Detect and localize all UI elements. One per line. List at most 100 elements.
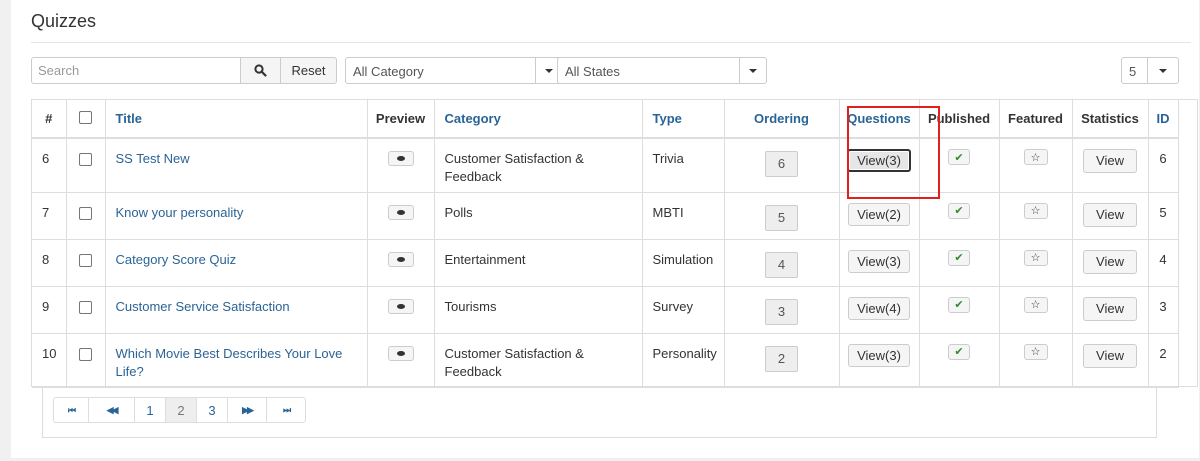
row-checkbox[interactable] (79, 206, 92, 220)
category-select[interactable]: All Category (345, 57, 563, 84)
ordering-input[interactable]: 4 (765, 251, 798, 278)
reset-button[interactable]: Reset (280, 57, 337, 84)
eye-icon (396, 350, 405, 356)
row-category: Customer Satisfaction & Feedback (444, 151, 584, 184)
quizzes-table-container: # Title Preview Category Type Ordering Q… (31, 99, 1198, 388)
statistics-view-button[interactable]: View (1083, 343, 1137, 368)
next-page-icon: ▶▶ (242, 404, 254, 415)
questions-view-button[interactable]: View(3) (848, 249, 910, 273)
quiz-title-link[interactable]: Category Score Quiz (116, 252, 237, 267)
quiz-title-link[interactable]: Which Movie Best Describes Your Love Lif… (116, 346, 343, 379)
check-icon: ✔ (954, 346, 964, 358)
questions-view-button[interactable]: View(2) (848, 202, 910, 226)
next-page-button[interactable]: ▶▶ (227, 397, 267, 423)
table-row: 10 Which Movie Best Describes Your Love … (32, 333, 1179, 388)
featured-toggle[interactable]: ☆ (1023, 202, 1048, 219)
row-num: 9 (42, 298, 50, 314)
page-link-1[interactable]: 1 (134, 397, 166, 423)
ordering-input[interactable]: 6 (765, 151, 798, 177)
limit-select-value: 5 (1129, 64, 1137, 79)
header-questions[interactable]: Questions (839, 100, 920, 139)
state-select-value: All States (565, 64, 620, 79)
search-button[interactable] (240, 57, 281, 84)
eye-icon (396, 156, 405, 161)
row-checkbox[interactable] (79, 300, 92, 314)
prev-page-icon: ◀◀ (106, 404, 119, 415)
statistics-view-button[interactable]: View (1083, 149, 1137, 173)
header-ordering[interactable]: Ordering (724, 100, 840, 139)
ordering-input[interactable]: 2 (765, 345, 798, 372)
header-category[interactable]: Category (434, 100, 643, 139)
row-category: Tourisms (444, 298, 497, 314)
chevron-down-icon (749, 68, 757, 73)
last-page-button[interactable]: ⏭ (266, 397, 306, 423)
row-id: 6 (1159, 151, 1167, 166)
statistics-view-button[interactable]: View (1083, 249, 1137, 274)
statistics-view-button[interactable]: View (1083, 296, 1137, 321)
table-row: 7 Know your personality Polls MBTI 5 Vie… (32, 192, 1179, 240)
preview-button[interactable] (387, 298, 414, 314)
header-type[interactable]: Type (642, 100, 725, 139)
statistics-view-button[interactable]: View (1083, 202, 1137, 227)
check-icon: ✔ (954, 205, 964, 217)
preview-button[interactable] (387, 345, 414, 361)
header-published: Published (919, 100, 1000, 139)
row-id: 3 (1159, 298, 1167, 314)
quiz-title-link[interactable]: SS Test New (116, 151, 190, 166)
page-link-2-current: 2 (165, 397, 197, 423)
header-statistics: Statistics (1072, 100, 1149, 139)
questions-view-button[interactable]: View(4) (848, 296, 910, 320)
featured-toggle[interactable]: ☆ (1023, 149, 1048, 165)
header-featured: Featured (999, 100, 1073, 139)
page-link-3[interactable]: 3 (196, 397, 228, 423)
preview-button[interactable] (387, 251, 414, 267)
featured-toggle[interactable]: ☆ (1023, 249, 1048, 266)
row-id: 2 (1159, 345, 1167, 361)
featured-toggle[interactable]: ☆ (1023, 343, 1048, 360)
row-num: 8 (42, 251, 50, 267)
published-toggle[interactable]: ✔ (948, 343, 970, 360)
search-field[interactable] (31, 57, 241, 84)
preview-button[interactable] (387, 151, 414, 166)
questions-view-button[interactable]: View(3) (848, 343, 910, 367)
limit-select[interactable]: 5 (1121, 57, 1179, 84)
star-outline-icon: ☆ (1030, 299, 1041, 311)
eye-icon (396, 256, 405, 262)
row-checkbox[interactable] (79, 347, 92, 361)
questions-view-button[interactable]: View(3) (847, 149, 911, 172)
published-toggle[interactable]: ✔ (948, 149, 970, 165)
eye-icon (396, 209, 405, 215)
row-id: 4 (1159, 251, 1167, 267)
header-id[interactable]: ID (1148, 100, 1179, 139)
row-num: 10 (42, 345, 57, 361)
ordering-input[interactable]: 5 (765, 204, 798, 231)
row-type: MBTI (652, 204, 684, 220)
header-title[interactable]: Title (105, 100, 368, 139)
quiz-title-link[interactable]: Know your personality (116, 205, 244, 220)
table-row: 9 Customer Service Satisfaction Tourisms… (32, 286, 1179, 334)
row-checkbox[interactable] (79, 153, 92, 166)
pagination: ⏮ ◀◀ 1 2 3 ▶▶ ⏭ (53, 397, 306, 423)
preview-button[interactable] (387, 204, 414, 220)
featured-toggle[interactable]: ☆ (1023, 296, 1048, 313)
row-type: Personality (652, 345, 717, 361)
row-category: Polls (444, 204, 473, 220)
search-input[interactable] (32, 58, 238, 83)
page-title: Quizzes (31, 11, 97, 31)
published-toggle[interactable]: ✔ (948, 249, 970, 266)
published-toggle[interactable]: ✔ (948, 202, 970, 219)
state-select[interactable]: All States (557, 57, 767, 84)
select-all-checkbox[interactable] (79, 110, 92, 124)
pagination-area: ⏮ ◀◀ 1 2 3 ▶▶ ⏭ (42, 387, 1157, 438)
row-category: Customer Satisfaction & Feedback (444, 345, 584, 379)
ordering-input[interactable]: 3 (765, 298, 798, 325)
published-toggle[interactable]: ✔ (948, 296, 970, 313)
state-select-toggle[interactable] (739, 58, 766, 83)
search-icon (254, 64, 267, 77)
row-checkbox[interactable] (79, 253, 92, 267)
limit-select-toggle[interactable] (1147, 58, 1178, 83)
quiz-title-link[interactable]: Customer Service Satisfaction (116, 299, 290, 314)
first-page-button[interactable]: ⏮ (53, 397, 89, 423)
prev-page-button[interactable]: ◀◀ (88, 397, 135, 423)
quizzes-panel: Quizzes Reset All Category All States 5 (11, 0, 1199, 458)
